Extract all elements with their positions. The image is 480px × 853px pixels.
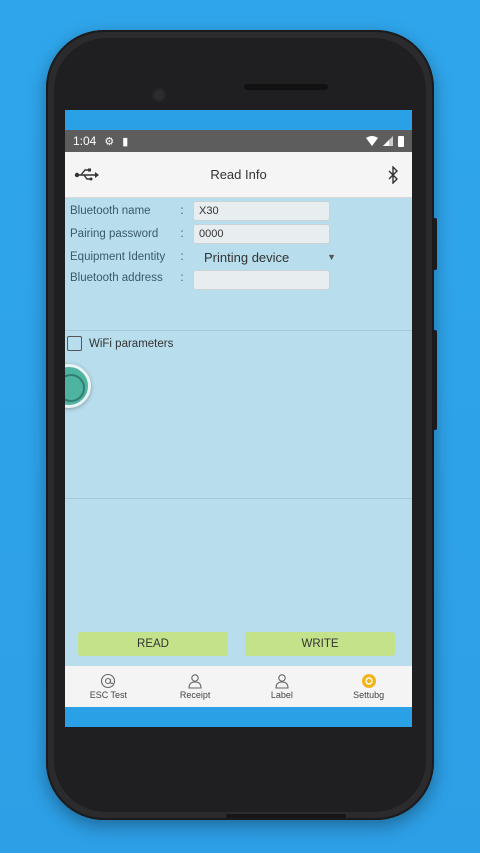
wifi-signal-icon — [366, 136, 378, 146]
colon: : — [180, 251, 184, 263]
status-bar: 1:04 ⚙ ▮ — [65, 130, 412, 152]
volume-button — [432, 330, 437, 430]
cell-signal-icon — [383, 136, 393, 146]
colon: : — [180, 228, 184, 240]
bluetooth-icon[interactable] — [386, 166, 400, 184]
bluetooth-address-row: Bluetooth address : — [70, 268, 192, 288]
tab-label: ESC Test — [89, 690, 128, 700]
page-title: Read Info — [210, 167, 267, 182]
tab-label-page[interactable]: Label — [239, 666, 326, 707]
pairing-password-label: Pairing password — [70, 228, 159, 240]
bluetooth-name-label: Bluetooth name — [70, 205, 151, 217]
bluetooth-name-field[interactable]: X30 — [193, 201, 330, 221]
power-button — [432, 218, 437, 270]
divider — [65, 330, 412, 331]
tab-esc-test[interactable]: ESC Test — [65, 666, 152, 707]
pairing-password-field[interactable]: 0000 — [193, 224, 330, 244]
bluetooth-name-row: Bluetooth name : — [70, 201, 192, 221]
wifi-parameters-label: WiFi parameters — [89, 337, 174, 350]
gear-icon: ⚙ — [104, 135, 115, 148]
equipment-identity-label: Equipment Identity — [70, 251, 166, 263]
at-icon — [101, 673, 116, 689]
tab-label: Receipt — [179, 690, 211, 700]
read-info-panel: Bluetooth name : X30 Pairing password : … — [65, 198, 412, 666]
tab-label: Settubg — [353, 690, 385, 700]
app-bar: Read Info — [65, 152, 412, 198]
tab-settings[interactable]: Settubg — [325, 666, 412, 707]
pairing-password-row: Pairing password : — [70, 224, 192, 244]
colon: : — [180, 272, 184, 284]
front-camera — [154, 90, 164, 100]
wifi-parameters-checkbox[interactable] — [67, 336, 82, 351]
write-button[interactable]: WRITE — [245, 632, 395, 656]
equipment-identity-row: Equipment Identity : Printing device ▼ — [70, 247, 336, 267]
usb-icon[interactable] — [73, 166, 99, 184]
wifi-parameters-row[interactable]: WiFi parameters — [67, 336, 173, 351]
bottom-tab-bar: ESC Test Receipt Label Settubg — [65, 666, 412, 707]
tab-label: Label — [270, 690, 293, 700]
top-speaker — [244, 84, 328, 90]
read-button[interactable]: READ — [78, 632, 228, 656]
bottom-speaker — [226, 814, 346, 818]
divider — [65, 498, 412, 499]
status-time: 1:04 — [73, 134, 97, 148]
sd-card-icon: ▮ — [122, 135, 129, 148]
floating-assistive-button[interactable] — [65, 364, 91, 408]
receipt-icon — [188, 674, 202, 689]
phone-screen: 1:04 ⚙ ▮ Read Info Bluetooth name : X30 — [65, 110, 412, 727]
settings-icon — [361, 674, 376, 688]
bluetooth-address-field[interactable] — [193, 270, 330, 290]
equipment-identity-select[interactable]: Printing device ▼ — [204, 247, 338, 267]
battery-icon — [398, 135, 404, 147]
dropdown-arrow-icon: ▼ — [327, 252, 336, 262]
equipment-identity-value: Printing device — [204, 249, 290, 265]
tab-receipt[interactable]: Receipt — [152, 666, 239, 707]
label-icon — [275, 674, 289, 689]
bluetooth-address-label: Bluetooth address — [70, 272, 163, 284]
colon: : — [180, 205, 184, 217]
screen-bottom-strip — [65, 707, 412, 727]
